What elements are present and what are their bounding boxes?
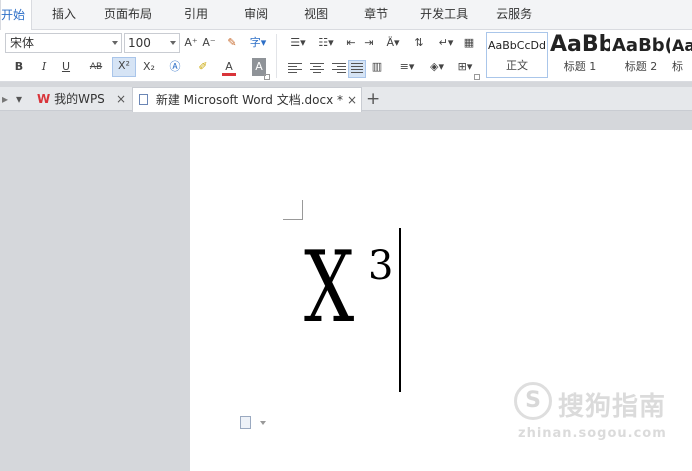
- font-size-select[interactable]: 100: [124, 33, 180, 53]
- highlight-icon[interactable]: ✐: [196, 58, 210, 76]
- underline-button[interactable]: U: [58, 58, 74, 76]
- shading-icon[interactable]: ◈▾: [426, 58, 448, 76]
- chevron-down-icon[interactable]: ▾: [16, 87, 28, 111]
- shrink-font-button[interactable]: A⁻: [202, 34, 216, 52]
- bold-button[interactable]: B: [10, 58, 28, 76]
- clear-format-icon[interactable]: ✎: [224, 34, 240, 52]
- chevron-down-icon: [112, 41, 118, 45]
- divider: [276, 34, 277, 78]
- align-center-icon[interactable]: [310, 63, 324, 75]
- numbered-list-icon[interactable]: ☷▾: [312, 34, 340, 52]
- subscript-button[interactable]: X₂: [140, 58, 158, 76]
- wps-logo-icon: W: [37, 92, 51, 106]
- tab-page-layout[interactable]: 页面布局: [90, 0, 166, 29]
- style-name: 标题 2: [624, 60, 658, 73]
- style-name: 正文: [506, 59, 528, 72]
- text-cursor: [399, 228, 401, 392]
- borders-icon[interactable]: ⊞▾: [454, 58, 476, 76]
- sogou-logo-icon: S: [514, 382, 552, 420]
- strikethrough-button[interactable]: AB: [86, 58, 106, 76]
- decrease-indent-icon[interactable]: ⇤: [344, 34, 358, 52]
- chinese-layout-icon[interactable]: Ä▾: [380, 34, 406, 52]
- line-spacing-icon[interactable]: ≡▾: [396, 58, 418, 76]
- italic-button[interactable]: I: [36, 58, 52, 76]
- phonetic-guide-icon[interactable]: 字▾: [246, 34, 270, 52]
- bullet-list-icon[interactable]: ☰▾: [284, 34, 312, 52]
- font-name-value: 宋体: [10, 36, 35, 50]
- tab-list-icon[interactable]: ▸: [2, 87, 10, 111]
- close-icon[interactable]: ×: [347, 88, 357, 112]
- style-sample: Aa: [672, 36, 692, 55]
- font-size-value: 100: [128, 36, 151, 50]
- table-icon[interactable]: ▦: [462, 34, 476, 52]
- tab-chapter[interactable]: 章节: [346, 0, 406, 29]
- justify-button[interactable]: [348, 60, 366, 78]
- style-sample: AaBb: [550, 32, 610, 57]
- tab-insert[interactable]: 插入: [38, 0, 90, 29]
- sogou-watermark: S 搜狗指南 zhinan.sogou.com: [514, 380, 684, 450]
- tab-review[interactable]: 审阅: [226, 0, 286, 29]
- margin-corner-mark: [283, 200, 303, 220]
- style-heading-3[interactable]: Aa 标: [672, 32, 692, 78]
- tab-document-label: 新建 Microsoft Word 文档.docx *: [155, 93, 344, 107]
- tab-my-wps-label: 我的WPS: [54, 92, 105, 106]
- tab-document[interactable]: 新建 Microsoft Word 文档.docx * ×: [132, 87, 362, 112]
- base-character: X: [304, 231, 355, 345]
- sort-icon[interactable]: ⇅: [412, 34, 426, 52]
- style-sample: AaBbCcDd: [488, 39, 546, 52]
- style-name: 标: [672, 60, 683, 73]
- watermark-url: zhinan.sogou.com: [518, 426, 667, 441]
- align-left-icon[interactable]: [288, 63, 302, 75]
- ribbon-toolbar: 宋体 100 A⁺ A⁻ ✎ 字▾ B I U AB X² X₂ Ⓐ ✐ A A…: [0, 30, 692, 82]
- styles-gallery: AaBbCcDd 正文 AaBb 标题 1 AaBb( 标题 2 Aa 标: [484, 32, 692, 80]
- close-icon[interactable]: ×: [116, 87, 126, 111]
- document-text[interactable]: X 3: [304, 228, 393, 348]
- watermark-brand: 搜狗指南: [558, 392, 667, 422]
- paragraph-dialog-launcher-icon[interactable]: [474, 74, 480, 80]
- font-dialog-launcher-icon[interactable]: [264, 74, 270, 80]
- document-icon: [139, 94, 148, 105]
- text-effect-icon[interactable]: Ⓐ: [168, 58, 182, 76]
- tab-developer[interactable]: 开发工具: [406, 0, 482, 29]
- font-color-button[interactable]: A: [222, 58, 236, 76]
- font-name-select[interactable]: 宋体: [5, 33, 122, 53]
- style-normal[interactable]: AaBbCcDd 正文: [486, 32, 548, 78]
- grow-font-button[interactable]: A⁺: [184, 34, 198, 52]
- tab-home[interactable]: 开始: [0, 0, 33, 30]
- ribbon-menu-tabs: 开始 插入 页面布局 引用 审阅 视图 章节 开发工具 云服务: [0, 0, 692, 30]
- style-heading-1[interactable]: AaBb 标题 1: [550, 32, 610, 78]
- tab-my-wps[interactable]: W 我的WPS ×: [34, 87, 130, 111]
- document-tab-bar: ▸ ▾ W 我的WPS × 新建 Microsoft Word 文档.docx …: [0, 87, 692, 112]
- increase-indent-icon[interactable]: ⇥: [362, 34, 376, 52]
- show-marks-icon[interactable]: ↵▾: [434, 34, 458, 52]
- new-tab-button[interactable]: +: [366, 87, 380, 111]
- tab-cloud-service[interactable]: 云服务: [482, 0, 546, 29]
- superscript-button[interactable]: X²: [112, 57, 136, 77]
- chevron-down-icon: [170, 41, 176, 45]
- style-heading-2[interactable]: AaBb( 标题 2: [612, 32, 670, 78]
- tab-view[interactable]: 视图: [286, 0, 346, 29]
- align-right-icon[interactable]: [332, 63, 346, 75]
- style-name: 标题 1: [563, 60, 597, 73]
- chevron-down-icon[interactable]: [260, 421, 266, 425]
- style-sample: AaBb(: [612, 35, 670, 56]
- paste-options-icon[interactable]: [240, 416, 251, 429]
- superscript-character: 3: [368, 243, 394, 289]
- distributed-align-icon[interactable]: ▥: [370, 58, 384, 76]
- tab-references[interactable]: 引用: [166, 0, 226, 29]
